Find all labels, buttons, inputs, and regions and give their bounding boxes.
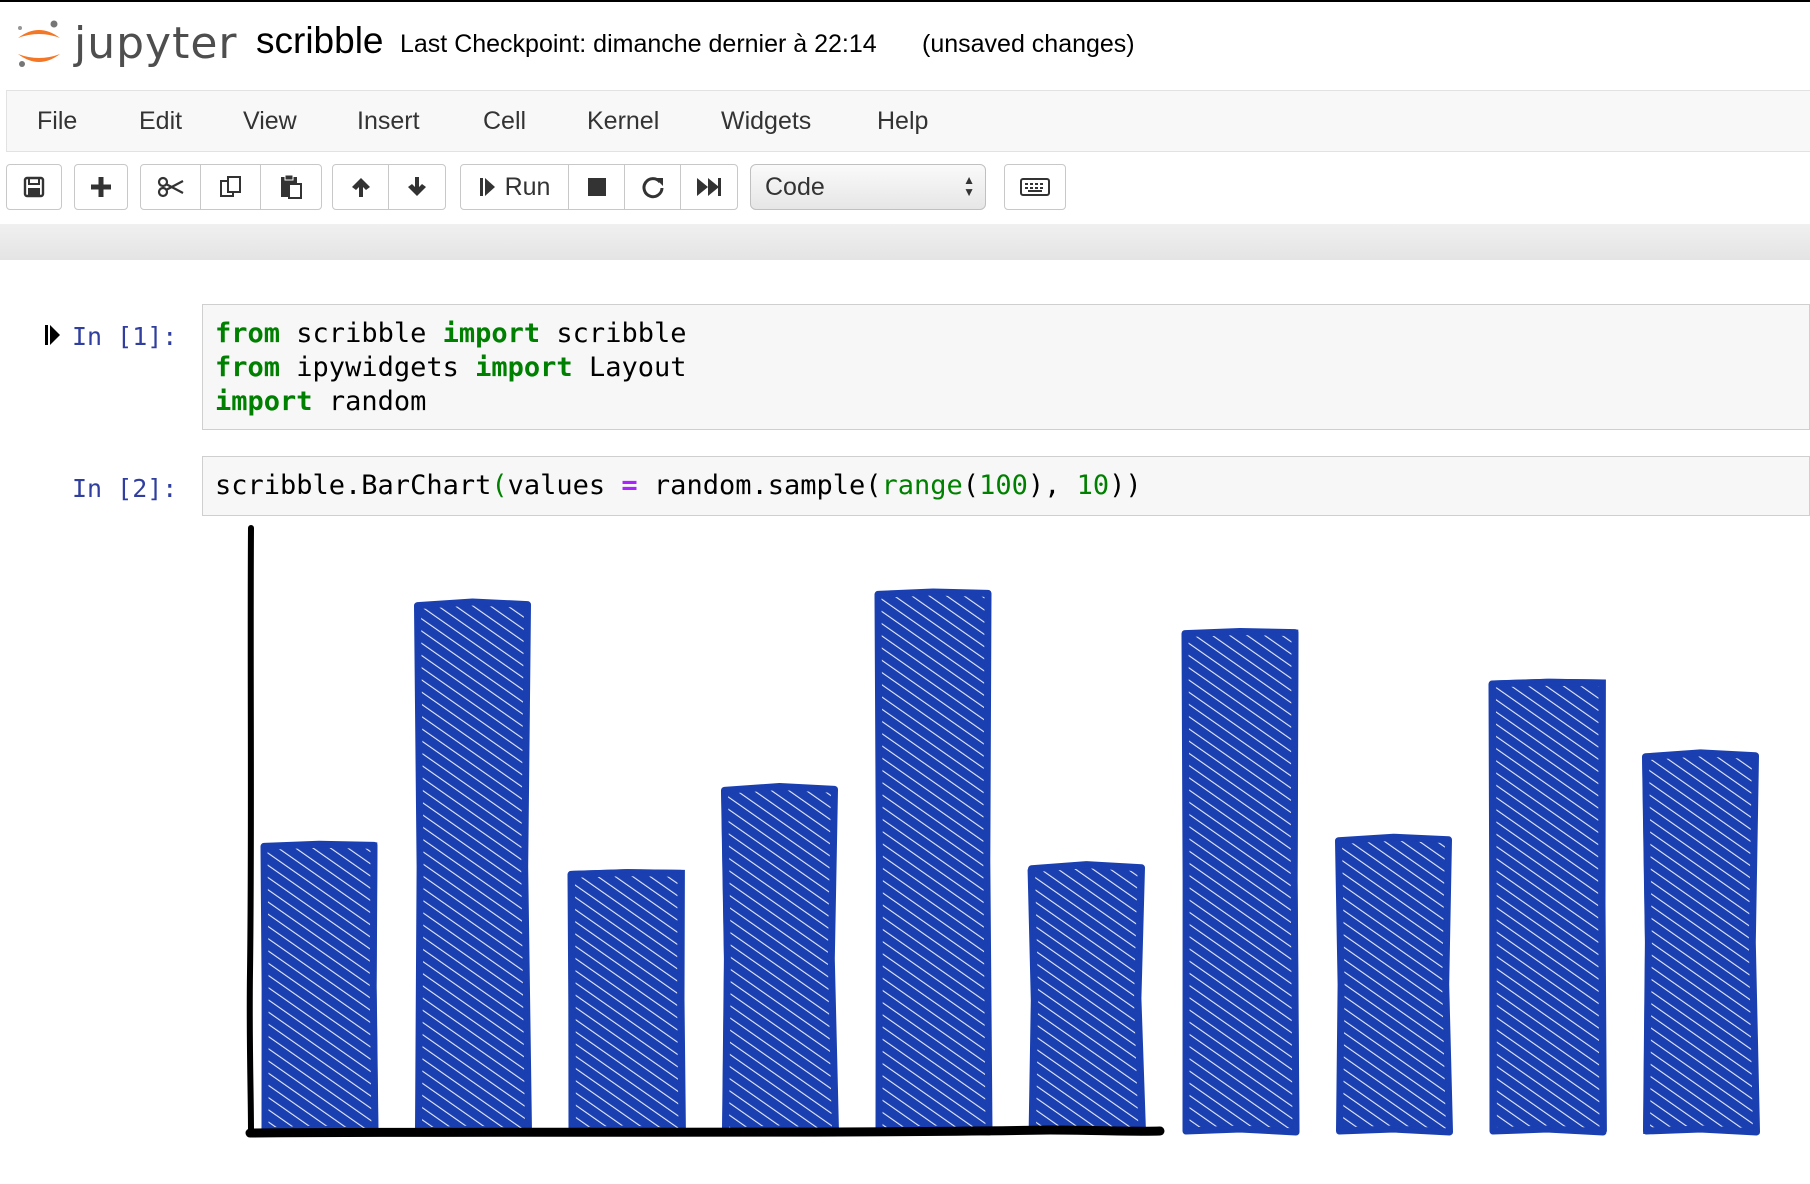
bar-5 [878,592,989,1132]
bar-4 [724,786,836,1132]
command-palette-button[interactable] [1004,164,1066,210]
autosave-status: (unsaved changes) [922,30,1135,58]
code-input[interactable]: from scribble import scribble from ipywi… [202,304,1810,430]
code-line: from scribble import scribble [215,318,687,349]
paste-icon [281,174,302,199]
restart-icon [642,177,663,199]
code-line: import random [215,386,427,417]
menu-edit[interactable]: Edit [139,107,182,136]
bar-3 [571,872,682,1132]
arrow-down-icon [408,177,426,196]
menubar: File Edit View Insert Cell Kernel Widget… [6,90,1810,152]
step-icon [479,178,495,196]
run-button[interactable]: Run [461,165,569,209]
restart-button[interactable] [625,165,681,209]
code-line: from ipywidgets import Layout [215,352,687,383]
stop-icon [587,178,606,196]
bar-9 [1492,682,1603,1132]
jupyter-logo[interactable]: jupyter [14,14,254,74]
insert-cell-button[interactable] [74,164,128,210]
menu-insert[interactable]: Insert [357,107,420,136]
copy-button[interactable] [201,165,261,209]
paste-button[interactable] [261,165,321,209]
menu-kernel[interactable]: Kernel [587,107,659,136]
y-axis [246,525,254,1136]
x-axis [245,1125,1165,1138]
plus-icon [91,177,111,197]
scissors-icon [157,176,184,198]
bar-2 [417,602,529,1132]
restart-run-all-button[interactable] [681,165,737,209]
menu-cell[interactable]: Cell [483,107,526,136]
menu-widgets[interactable]: Widgets [721,107,811,136]
fast-forward-icon [697,178,721,196]
checkpoint-status: Last Checkpoint: dimanche dernier à 22:1… [400,30,877,58]
menu-view[interactable]: View [243,107,297,136]
bar-8 [1338,837,1450,1132]
edit-button-group [140,164,322,210]
bar-10 [1645,752,1757,1132]
run-cell-icon[interactable] [44,324,62,346]
code-line: scribble.BarChart(values = random.sample… [215,470,1142,501]
move-button-group [332,164,446,210]
cell-type-value: Code [765,173,825,201]
select-arrows-icon: ▲ ▼ [963,173,975,199]
save-icon [23,176,45,198]
bar-1 [264,844,375,1132]
menu-file[interactable]: File [37,107,77,136]
notebook-header: jupyter scribble Last Checkpoint: dimanc… [0,2,1810,90]
run-button-group: Run [460,164,738,210]
arrow-up-icon [351,178,370,197]
move-up-button[interactable] [333,165,390,209]
jupyter-logo-icon [18,20,60,67]
bar-7 [1185,631,1296,1132]
notebook-name[interactable]: scribble [256,20,384,62]
cell-type-select[interactable]: Code ▲ ▼ [750,164,986,210]
menu-help[interactable]: Help [877,107,928,136]
logo-text: jupyter [74,18,238,69]
run-label: Run [504,172,551,201]
cut-button[interactable] [141,165,201,209]
cell-prompt: In [2]: [72,474,178,503]
code-input[interactable]: scribble.BarChart(values = random.sample… [202,456,1810,516]
copy-icon [219,176,241,197]
header-separator [0,224,1810,260]
save-button[interactable] [6,164,62,210]
interrupt-button[interactable] [569,165,625,209]
scribble-bar-chart [245,525,1760,1138]
bar-6 [1031,864,1143,1132]
move-down-button[interactable] [389,165,445,209]
cell-prompt: In [1]: [72,322,178,351]
keyboard-icon [1020,178,1050,196]
